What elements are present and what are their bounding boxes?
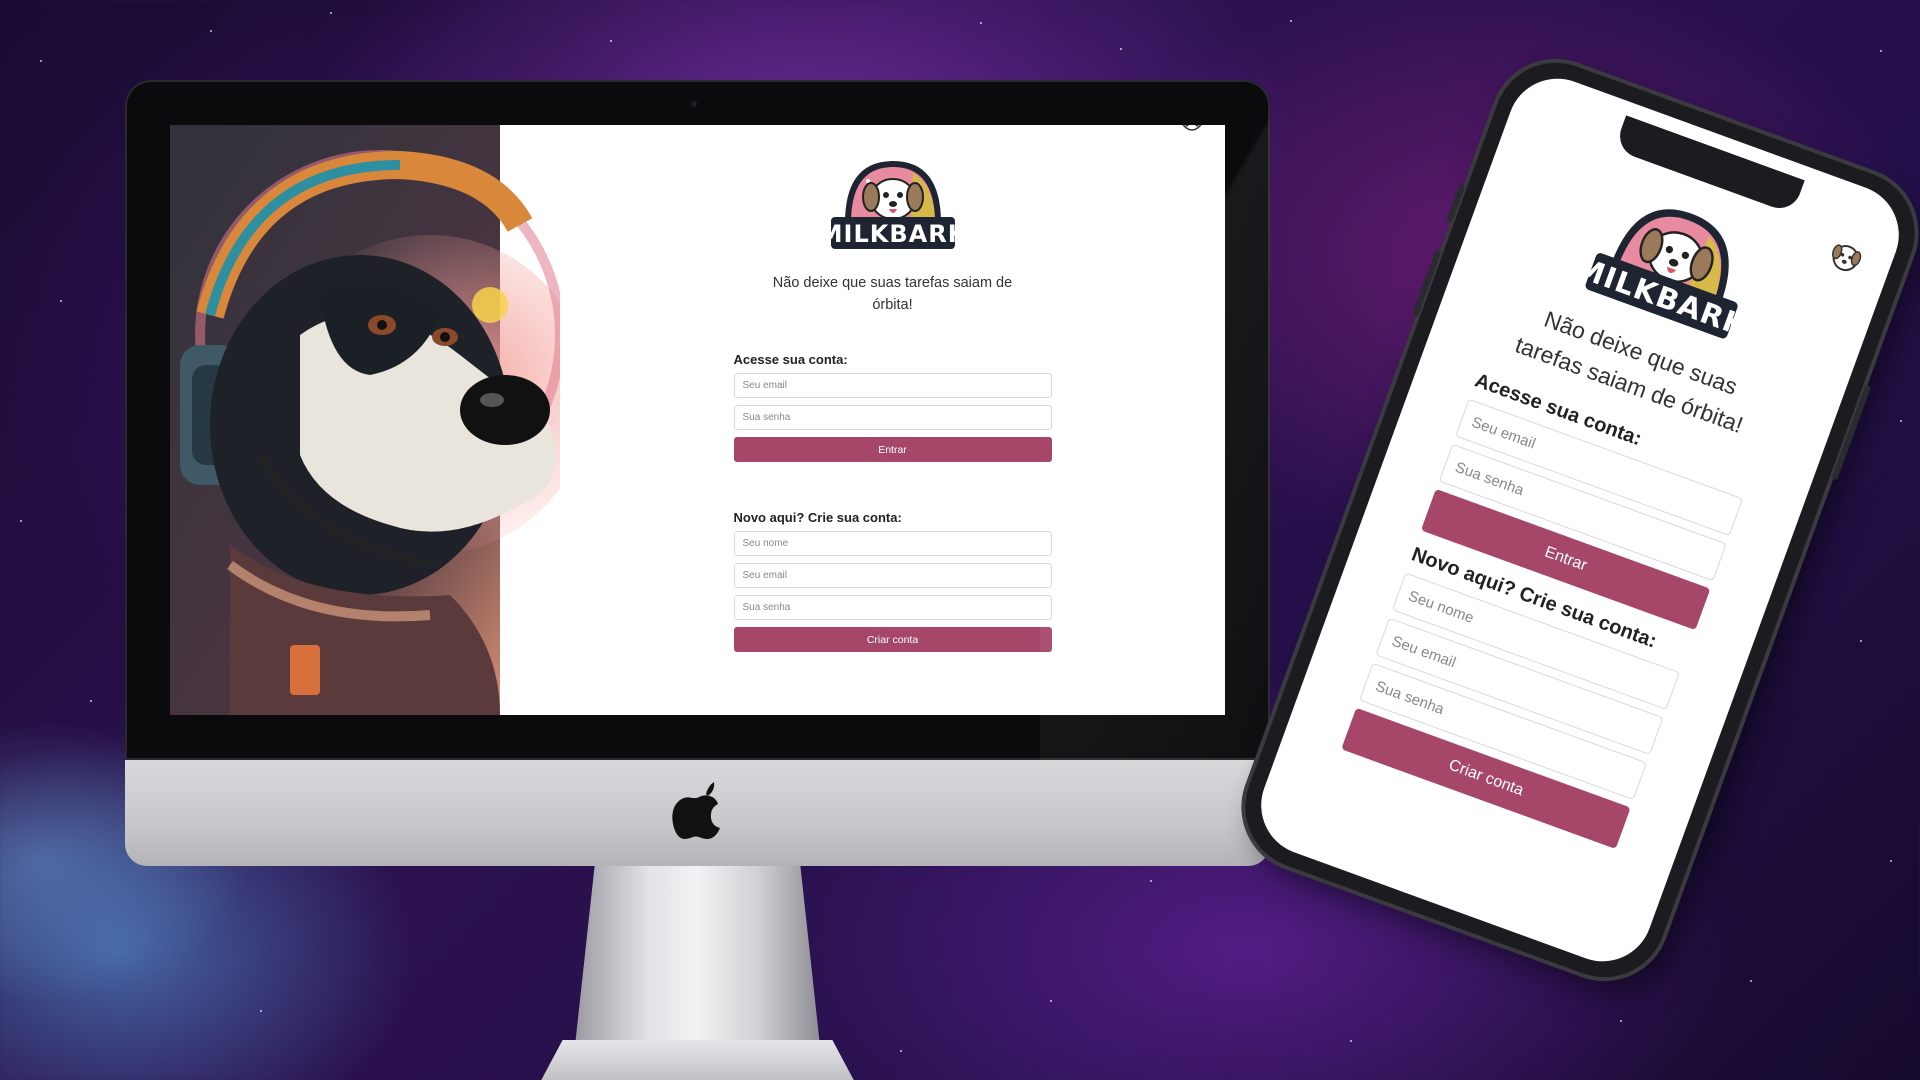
imac-bezel: MILKBARK Não deixe que suas tarefas saia…: [125, 80, 1270, 760]
milkbark-logo: MILKBARK: [818, 153, 966, 258]
signup-email-input[interactable]: [733, 563, 1052, 588]
signup-password-input[interactable]: [733, 595, 1052, 620]
astronaut-dog-icon: [170, 125, 560, 715]
signup-title: Novo aqui? Crie sua conta:: [733, 510, 902, 525]
login-button[interactable]: Entrar: [733, 437, 1052, 462]
mobile-screen: MILKBARK Não deixe que suas tarefas saia…: [1247, 64, 1913, 976]
dog-face-icon: [1825, 239, 1865, 282]
signup-name-input[interactable]: [733, 531, 1052, 556]
auth-panel: MILKBARK Não deixe que suas tarefas saia…: [560, 125, 1225, 715]
phone-side-button: [1446, 183, 1466, 224]
login-password-input[interactable]: [733, 405, 1052, 430]
phone-volume-button: [1411, 249, 1442, 318]
desktop-screen: MILKBARK Não deixe que suas tarefas saia…: [170, 125, 1225, 715]
login-form: Acesse sua conta: Entrar: [733, 352, 1052, 462]
apple-logo-icon: [672, 782, 722, 845]
phone-mockup: MILKBARK Não deixe que suas tarefas saia…: [1227, 45, 1920, 995]
dog-face-icon: [1177, 125, 1207, 142]
imac-stand-base: [520, 1040, 875, 1080]
camera-dot: [691, 101, 697, 107]
imac-chin: [125, 760, 1270, 866]
login-title: Acesse sua conta:: [733, 352, 848, 367]
imac-stand: [575, 866, 820, 1046]
svg-text:MILKBARK: MILKBARK: [823, 220, 963, 248]
tagline: Não deixe que suas tarefas saiam de órbi…: [772, 275, 1013, 313]
login-email-input[interactable]: [733, 373, 1052, 398]
signup-form: Novo aqui? Crie sua conta: Criar conta: [733, 510, 1052, 652]
signup-button[interactable]: Criar conta: [733, 627, 1052, 652]
hero-illustration: [170, 125, 560, 715]
